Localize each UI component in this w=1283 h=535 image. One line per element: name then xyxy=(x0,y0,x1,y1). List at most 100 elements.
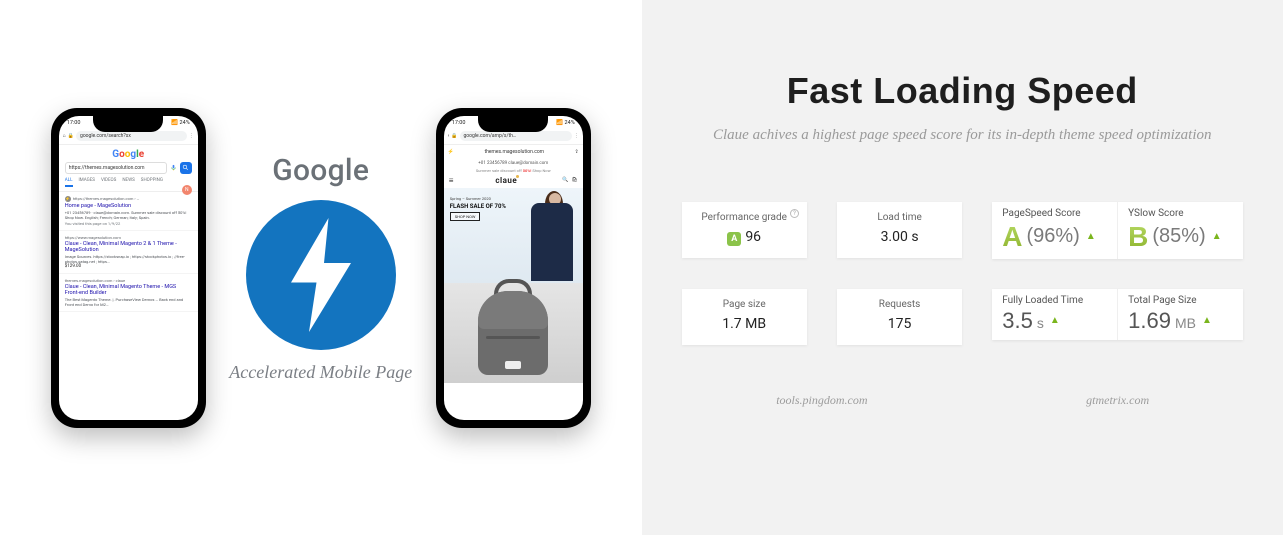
trend-up-icon: ▲ xyxy=(1086,231,1096,242)
result-visited: You visited this page on 1/9/22 xyxy=(65,221,192,226)
share-icon[interactable]: ⇪ xyxy=(575,149,579,155)
result-desc: The Best Magento Theme. |. PurchaseView … xyxy=(65,297,192,307)
metrics-grid: Performance grade? A96 Load time 3.00 s … xyxy=(682,202,1244,408)
gtmetrix-yslow-pct: (85%) xyxy=(1152,225,1205,248)
hero-banner[interactable]: Spring – Summer 2020 FLASH SALE OF 70% S… xyxy=(444,188,583,283)
result-title[interactable]: Claue - Clean, Minimal Magento Theme - M… xyxy=(65,284,192,296)
speed-panel: Fast Loading Speed Claue achives a highe… xyxy=(642,0,1283,535)
pingdom-requests-tile: Requests 175 xyxy=(837,289,962,345)
home-icon: ⌂ xyxy=(63,133,66,139)
phone-screen: 17:00 📶 24% ‹ 🔒 google.com/amp/s/th… ⋮ ⚡… xyxy=(444,116,583,420)
tile-label: Performance grade? xyxy=(688,212,801,223)
account-avatar[interactable]: N xyxy=(182,185,192,195)
search-result[interactable]: https://www.magesolution.com Claue - Cle… xyxy=(59,231,198,274)
store-contact-bar: +01 23456789 claue@domain.com xyxy=(444,159,583,168)
hero-season: Spring – Summer 2020 xyxy=(450,196,506,201)
hero-cta-button[interactable]: SHOP NOW xyxy=(450,212,481,221)
search-result[interactable]: themes.magesolution.com › claue Claue - … xyxy=(59,274,198,312)
result-title[interactable]: Claue - Clean, Minimal Magento 2 & 1 The… xyxy=(65,241,192,253)
amp-center-column: Google Accelerated Mobile Page xyxy=(226,153,416,383)
url-field[interactable]: google.com/amp/s/th… xyxy=(460,131,572,141)
url-field[interactable]: google.com/search?sx xyxy=(76,131,187,141)
search-input[interactable]: https://themes.magesolution.com xyxy=(65,162,167,174)
mic-icon[interactable] xyxy=(169,162,178,174)
google-search-bar[interactable]: https://themes.magesolution.com xyxy=(65,162,192,174)
gtmetrix-tps-label: Total Page Size xyxy=(1128,295,1233,306)
search-button[interactable] xyxy=(180,162,192,174)
phone-notch xyxy=(478,116,548,132)
lock-icon: 🔒 xyxy=(68,133,74,139)
amp-badge-icon: ⚡ xyxy=(65,196,71,202)
result-breadcrumb: themes.magesolution.com › claue xyxy=(65,278,192,283)
lock-icon: 🔒 xyxy=(451,133,457,139)
amp-caption: Accelerated Mobile Page xyxy=(229,362,412,383)
pingdom-loadtime-tile: Load time 3.00 s xyxy=(837,202,962,258)
phone-notch xyxy=(93,116,163,132)
trend-up-icon: ▲ xyxy=(1212,231,1222,242)
status-battery: 📶 24% xyxy=(171,120,189,126)
tab-news[interactable]: NEWS xyxy=(122,178,134,187)
search-icon[interactable]: 🔍 xyxy=(562,177,568,183)
result-price: $129.00 xyxy=(65,264,192,269)
speed-subhead: Claue achives a highest page speed score… xyxy=(682,124,1244,147)
tile-label: Load time xyxy=(843,212,956,223)
status-time: 17:00 xyxy=(67,120,81,126)
overflow-menu-icon[interactable]: ⋮ xyxy=(189,133,194,139)
gtmetrix-flt-value: 3.5 xyxy=(1002,308,1033,334)
pingdom-perf-tile: Performance grade? A96 xyxy=(682,202,807,258)
result-desc: +01 23456789 · claue@domain.com. Summer … xyxy=(65,210,192,220)
result-breadcrumb: ⚡https://themes.magesolution.com › … xyxy=(65,196,192,202)
gtmetrix-yslow-label: YSlow Score xyxy=(1128,208,1233,219)
gtmetrix-scores-card: PageSpeed Score A(96%) ▲ YSlow Score B(85… xyxy=(992,202,1243,259)
status-battery: 📶 24% xyxy=(556,120,574,126)
help-icon[interactable]: ? xyxy=(790,209,799,218)
product-image[interactable] xyxy=(444,283,583,383)
google-wordmark: Google xyxy=(272,153,369,188)
phone-screen: 17:00 📶 24% ⌂ 🔒 google.com/search?sx ⋮ N… xyxy=(59,116,198,420)
phone-google-results: 17:00 📶 24% ⌂ 🔒 google.com/search?sx ⋮ N… xyxy=(51,108,206,428)
overflow-menu-icon[interactable]: ⋮ xyxy=(574,133,579,139)
pingdom-source: tools.pingdom.com xyxy=(682,393,963,408)
gtmetrix-tps-value: 1.69 xyxy=(1128,308,1171,334)
gtmetrix-pagespeed-label: PageSpeed Score xyxy=(1002,208,1107,219)
store-logo[interactable]: claue xyxy=(453,176,562,185)
search-result[interactable]: ⚡https://themes.magesolution.com › … Hom… xyxy=(59,192,198,231)
result-title[interactable]: Home page - MageSolution xyxy=(65,203,192,209)
gtmetrix-source: gtmetrix.com xyxy=(992,393,1243,408)
back-icon[interactable]: ‹ xyxy=(448,133,450,139)
tile-value: 1.7 MB xyxy=(688,316,801,332)
tile-value: 3.00 s xyxy=(843,229,956,245)
gtmetrix-pagespeed-grade: A xyxy=(1002,221,1022,253)
google-logo: Google xyxy=(59,145,198,162)
hero-title: FLASH SALE OF 70% xyxy=(450,203,506,210)
pingdom-size-tile: Page size 1.7 MB xyxy=(682,289,807,345)
hero-model-image xyxy=(519,191,581,283)
google-result-tabs: ALL IMAGES VIDEOS NEWS SHOPPING xyxy=(59,174,198,192)
tile-label: Requests xyxy=(843,299,956,310)
tile-value: 175 xyxy=(843,316,956,332)
tab-images[interactable]: IMAGES xyxy=(79,178,95,187)
cart-icon[interactable]: 🛍 xyxy=(571,177,577,183)
tab-videos[interactable]: VIDEOS xyxy=(101,178,116,187)
store-header: ≡ claue 🔍 🛍 xyxy=(444,173,583,188)
speed-headline: Fast Loading Speed xyxy=(682,70,1244,112)
trend-up-icon: ▲ xyxy=(1202,315,1212,326)
gtmetrix-flt-label: Fully Loaded Time xyxy=(1002,295,1107,306)
amp-logo-icon xyxy=(246,200,396,350)
gtmetrix-yslow-grade: B xyxy=(1128,221,1148,253)
result-breadcrumb: https://www.magesolution.com xyxy=(65,235,192,240)
tab-all[interactable]: ALL xyxy=(65,178,73,187)
phone-theme-demo: 17:00 📶 24% ‹ 🔒 google.com/amp/s/th… ⋮ ⚡… xyxy=(436,108,591,428)
trend-up-icon: ▲ xyxy=(1050,315,1060,326)
amp-origin-url: themes.magesolution.com xyxy=(456,147,573,157)
tab-shopping[interactable]: SHOPPING xyxy=(141,178,163,187)
gtmetrix-pagespeed-pct: (96%) xyxy=(1026,225,1079,248)
amp-panel: 17:00 📶 24% ⌂ 🔒 google.com/search?sx ⋮ N… xyxy=(0,0,642,535)
tile-label: Page size xyxy=(688,299,801,310)
grade-badge-a: A xyxy=(727,232,741,246)
status-time: 17:00 xyxy=(452,120,466,126)
tile-value: A96 xyxy=(688,229,801,246)
result-desc: Image Sources. https://stocksnap.io ; ht… xyxy=(65,254,192,264)
amp-origin-bar: ⚡ themes.magesolution.com ⇪ xyxy=(444,145,583,159)
gtmetrix-details-card: Fully Loaded Time 3.5s▲ Total Page Size … xyxy=(992,289,1243,340)
